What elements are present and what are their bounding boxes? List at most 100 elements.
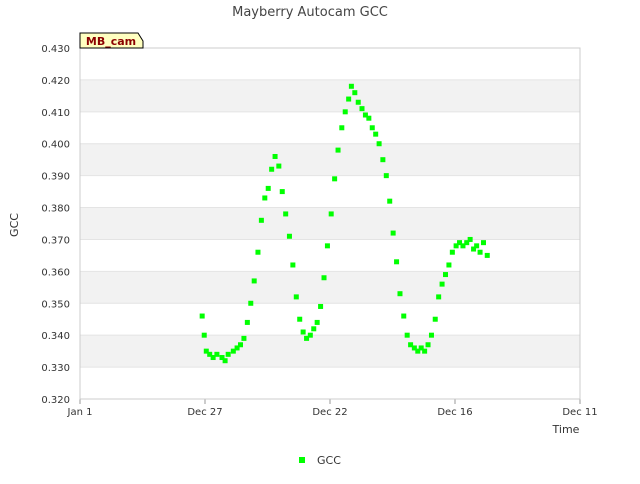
y-tick-label: 0.420: [41, 76, 70, 87]
grid-band: [80, 271, 580, 304]
y-axis-label: GCC: [8, 213, 21, 237]
y-tick-label: 0.350: [41, 299, 70, 310]
data-point: [321, 275, 327, 281]
data-point: [432, 316, 438, 322]
legend-marker: [299, 457, 305, 463]
data-point: [199, 313, 205, 319]
data-point: [480, 240, 486, 246]
y-tick-label: 0.390: [41, 172, 70, 183]
y-grid-bands: [80, 47, 580, 400]
data-point: [214, 351, 220, 357]
data-point: [359, 106, 365, 112]
x-tick-label: Dec 27: [187, 407, 222, 418]
data-point: [366, 115, 372, 121]
data-point: [269, 166, 275, 172]
data-point: [352, 90, 358, 96]
y-tick-label: 0.380: [41, 204, 70, 215]
legend-label: GCC: [317, 454, 341, 467]
data-point: [376, 141, 382, 147]
data-point: [293, 294, 299, 300]
data-point: [355, 99, 361, 105]
data-point: [251, 278, 257, 284]
data-point: [225, 351, 231, 357]
data-point: [428, 332, 434, 338]
data-point: [439, 281, 445, 287]
data-point: [241, 335, 247, 341]
data-point: [397, 291, 403, 297]
grid-band: [80, 367, 580, 399]
x-tick-labels: Jan 1 Dec 27 Dec 22 Dec 16 Dec 11: [67, 399, 598, 418]
grid-band: [80, 143, 580, 176]
grid-band: [80, 48, 580, 80]
grid-band: [80, 111, 580, 144]
data-point: [404, 332, 410, 338]
data-point: [297, 316, 303, 322]
data-point: [328, 211, 334, 217]
data-point: [262, 195, 268, 201]
data-point: [290, 262, 296, 268]
grid-band: [80, 175, 580, 208]
data-point: [474, 243, 480, 249]
source-badge: MB_cam: [79, 32, 144, 49]
x-tick-label: Dec 22: [312, 407, 347, 418]
data-point: [335, 147, 341, 153]
data-point: [311, 326, 317, 332]
data-point: [339, 125, 345, 131]
x-axis-label: Time: [552, 423, 580, 436]
data-point: [255, 249, 261, 255]
data-point: [449, 249, 455, 255]
data-point: [332, 176, 338, 182]
data-point: [387, 198, 393, 204]
data-point: [258, 217, 264, 223]
y-tick-label: 0.370: [41, 235, 70, 246]
data-point: [286, 233, 292, 239]
y-tick-labels: 0.320 0.330 0.340 0.350 0.360 0.370 0.380 0.390…: [41, 44, 70, 406]
data-point: [422, 348, 428, 354]
data-point: [272, 153, 278, 159]
data-point: [383, 173, 389, 179]
data-point: [425, 342, 431, 348]
data-point: [314, 319, 320, 325]
data-point: [244, 319, 250, 325]
grid-band: [80, 303, 580, 336]
data-point: [222, 358, 228, 364]
legend: GCC: [299, 454, 341, 467]
y-tick-label: 0.410: [41, 108, 70, 119]
data-point: [369, 125, 375, 131]
data-point: [201, 332, 207, 338]
data-point: [342, 109, 348, 115]
x-tick-label: Jan 1: [67, 407, 93, 418]
data-point: [484, 252, 490, 258]
x-tick-label: Dec 11: [562, 407, 597, 418]
y-tick-label: 0.330: [41, 363, 70, 374]
data-point: [401, 313, 407, 319]
data-point: [436, 294, 442, 300]
y-tick-label: 0.400: [41, 140, 70, 151]
data-point: [467, 236, 473, 242]
source-badge-label: MB_cam: [86, 35, 136, 48]
data-point: [390, 230, 396, 236]
data-point: [477, 249, 483, 255]
chart-svg: Mayberry Autocam GCC 0.320 0.330 0.340 0.35…: [8, 5, 598, 467]
data-point: [443, 272, 449, 278]
grid-band: [80, 239, 580, 272]
data-point: [279, 189, 285, 195]
data-point: [300, 329, 306, 335]
y-tick-label: 0.320: [41, 395, 70, 406]
data-point: [380, 157, 386, 163]
chart-container: Mayberry Autocam GCC 0.320 0.330 0.340 0.35…: [0, 0, 640, 480]
data-point: [373, 131, 379, 137]
y-tick-label: 0.360: [41, 267, 70, 278]
data-point: [276, 163, 282, 169]
data-point: [394, 259, 400, 265]
grid-band: [80, 335, 580, 368]
data-point: [238, 342, 244, 348]
data-point: [348, 83, 354, 89]
data-point: [346, 96, 352, 102]
data-point: [265, 185, 271, 191]
data-point: [307, 332, 313, 338]
x-tick-label: Dec 16: [437, 407, 472, 418]
data-point: [324, 243, 330, 249]
grid-band: [80, 79, 580, 112]
data-point: [318, 303, 324, 309]
